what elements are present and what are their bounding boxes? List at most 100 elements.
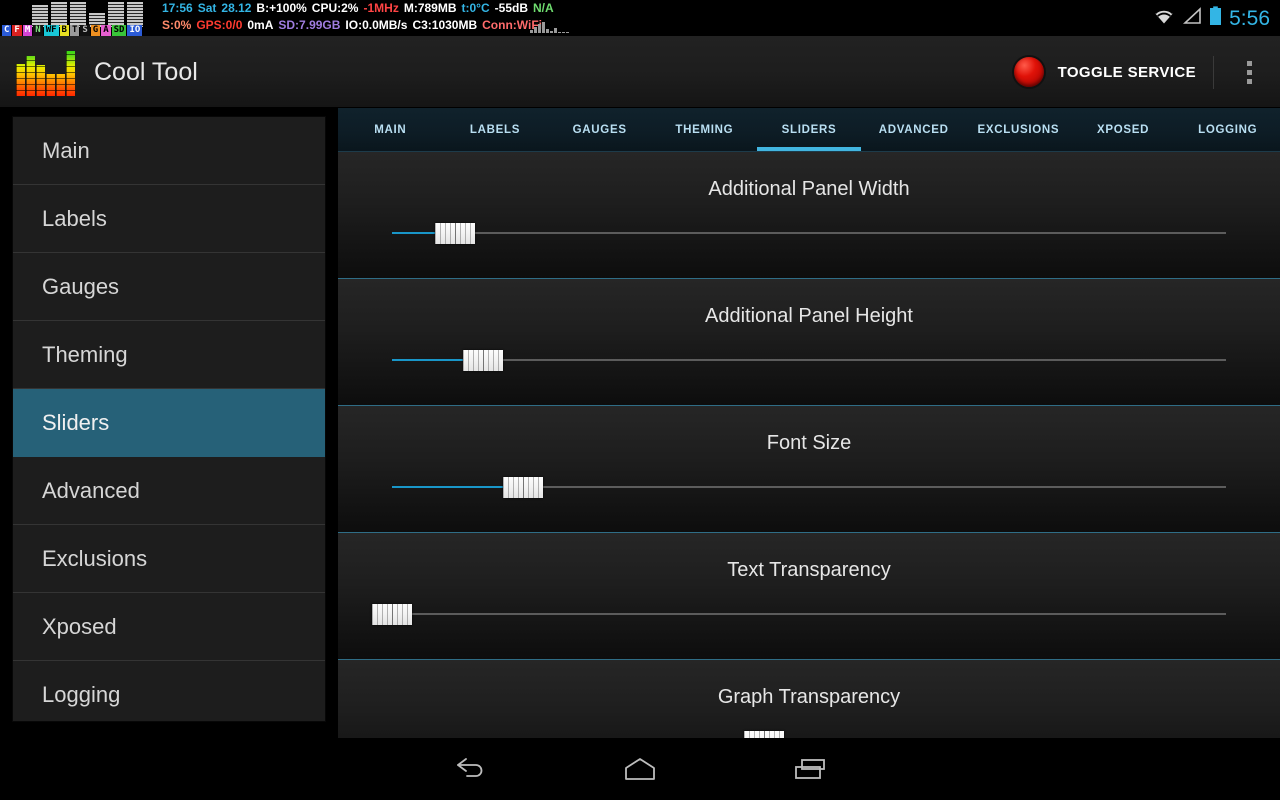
equalizer-logo-column <box>46 74 55 96</box>
sidebar-item-exclusions[interactable]: Exclusions <box>13 525 325 593</box>
status-badge: S <box>80 24 90 36</box>
slider-panel: Font Size <box>338 406 1280 533</box>
tab-logging[interactable]: LOGGING <box>1175 108 1280 151</box>
status-badge: A <box>101 24 111 36</box>
tab-label: XPOSED <box>1096 123 1150 136</box>
slider-thumb[interactable] <box>434 223 475 244</box>
slider-title: Text Transparency <box>727 559 891 581</box>
equalizer-logo-column <box>56 74 65 96</box>
slider-track[interactable] <box>392 232 1226 234</box>
status-badge: G <box>90 24 101 36</box>
status-badge-row: C F M N WF B T S G A SD IO <box>2 24 143 36</box>
slider-additional-panel-height[interactable] <box>392 350 1226 371</box>
mini-graph-bar <box>566 32 569 33</box>
sidebar-nav[interactable]: Main Labels Gauges Theming Sliders Advanced Ex… <box>12 116 326 722</box>
slider-graph-transparency[interactable] <box>392 731 1226 738</box>
sidebar-item-main[interactable]: Main <box>13 117 325 185</box>
recents-icon[interactable] <box>750 738 870 800</box>
status-overlay-token: S:0% <box>162 18 192 32</box>
tab-main[interactable]: MAIN <box>338 108 443 151</box>
sidebar-item-label: Main <box>42 137 90 163</box>
overflow-dot <box>1247 60 1252 66</box>
slider-title: Graph Transparency <box>717 686 901 708</box>
android-navigation-bar[interactable] <box>0 738 1280 800</box>
slider-panel: Text Transparency <box>338 533 1280 660</box>
tab-label: LOGGING <box>1198 123 1258 136</box>
tab-label: GAUGES <box>572 123 627 136</box>
slider-track[interactable] <box>392 613 1226 615</box>
overflow-dot <box>1247 69 1252 75</box>
status-overlay-token: 0mA <box>247 18 274 32</box>
mini-graph-bar <box>554 28 557 33</box>
tab-label: THEMING <box>675 123 734 136</box>
slider-text-transparency[interactable] <box>372 604 1226 625</box>
slider-additional-panel-width[interactable] <box>392 223 1226 244</box>
slider-title: Additional Panel Height <box>705 305 913 327</box>
action-bar-divider <box>1213 56 1214 89</box>
tab-xposed[interactable]: XPOSED <box>1071 108 1176 151</box>
page-title: Cool Tool <box>94 57 198 86</box>
equalizer-logo-column <box>16 64 25 96</box>
status-clock: 5:56 <box>1229 6 1270 30</box>
mini-graph-bar <box>538 24 541 33</box>
status-overlay-line-2: S:0% GPS:0/0 0mA SD:7.99GB IO:0.0MB/s C3:1030… <box>162 17 559 34</box>
status-overlay-token: t:0°C <box>461 1 490 15</box>
tab-advanced[interactable]: ADVANCED <box>861 108 966 151</box>
tab-labels[interactable]: LABELS <box>443 108 548 151</box>
sidebar-item-labels[interactable]: Labels <box>13 185 325 253</box>
sidebar-item-gauges[interactable]: Gauges <box>13 253 325 321</box>
sidebar-item-theming[interactable]: Theming <box>13 321 325 389</box>
sliders-panel-list[interactable]: Additional Panel Width Additional Panel H… <box>338 152 1280 738</box>
tab-gauges[interactable]: GAUGES <box>547 108 652 151</box>
overflow-menu-icon[interactable] <box>1247 36 1252 108</box>
slider-panel: Additional Panel Height <box>338 279 1280 406</box>
sidebar-item-label: Theming <box>42 341 128 367</box>
status-overlay-token: 17:56 <box>162 1 193 15</box>
slider-thumb[interactable] <box>372 604 412 625</box>
tab-theming[interactable]: THEMING <box>652 108 757 151</box>
toggle-service-label: TOGGLE SERVICE <box>1057 63 1196 81</box>
back-icon[interactable] <box>410 738 530 800</box>
status-overlay-token: C3:1030MB <box>412 18 478 32</box>
sidebar-item-advanced[interactable]: Advanced <box>13 457 325 525</box>
status-overlay-token: SD:7.99GB <box>278 18 341 32</box>
slider-title: Font Size <box>766 432 852 454</box>
tab-label: ADVANCED <box>878 123 949 136</box>
sidebar-item-label: Gauges <box>42 273 120 299</box>
slider-thumb[interactable] <box>462 350 503 371</box>
status-overlay-text: 17:56 Sat 28.12 B:+100% CPU:2% -1MHz M:789MB t:… <box>162 0 559 34</box>
signal-icon <box>1182 6 1202 30</box>
app-action-bar: Cool Tool TOGGLE SERVICE <box>0 36 1280 108</box>
status-overlay-token: M:789MB <box>403 1 457 15</box>
slider-font-size[interactable] <box>392 477 1226 498</box>
tab-sliders[interactable]: SLIDERS <box>756 108 862 151</box>
slider-track[interactable] <box>392 359 1226 361</box>
wifi-icon <box>1153 7 1175 30</box>
sidebar-item-logging[interactable]: Logging <box>13 661 325 721</box>
sidebar-item-xposed[interactable]: Xposed <box>13 593 325 661</box>
mini-graph-bar <box>534 27 537 33</box>
mini-graph-bar <box>546 29 549 33</box>
sidebar-item-sliders[interactable]: Sliders <box>13 389 325 457</box>
slider-thumb[interactable] <box>502 477 543 498</box>
tab-label: SLIDERS <box>781 123 837 136</box>
mini-graph-bar <box>550 31 553 33</box>
equalizer-logo-icon <box>16 48 80 96</box>
status-badge: C <box>2 24 12 36</box>
status-bar: C F M N WF B T S G A SD IO 17:56 Sat 28.12 B:+100% CPU:… <box>0 0 1280 36</box>
equalizer-logo-column <box>66 51 75 96</box>
system-status-icons: 5:56 <box>1153 0 1270 36</box>
mini-graph-bar <box>542 22 545 33</box>
status-badge: SD <box>111 24 127 36</box>
slider-thumb[interactable] <box>743 731 784 738</box>
equalizer-logo-column <box>26 56 35 96</box>
toggle-service-button[interactable]: TOGGLE SERVICE <box>1013 36 1196 108</box>
home-icon[interactable] <box>580 738 700 800</box>
sidebar-item-label: Advanced <box>42 477 140 503</box>
tab-exclusions[interactable]: EXCLUSIONS <box>966 108 1071 151</box>
tab-bar[interactable]: MAIN LABELS GAUGES THEMING SLIDERS ADVANCED EX… <box>338 108 1280 152</box>
status-overlay-line-1: 17:56 Sat 28.12 B:+100% CPU:2% -1MHz M:789MB t:… <box>162 0 559 17</box>
slider-panel: Graph Transparency <box>338 660 1280 738</box>
mini-graph-bar <box>530 30 533 33</box>
status-overlay-token: IO:0.0MB/s <box>345 18 408 32</box>
